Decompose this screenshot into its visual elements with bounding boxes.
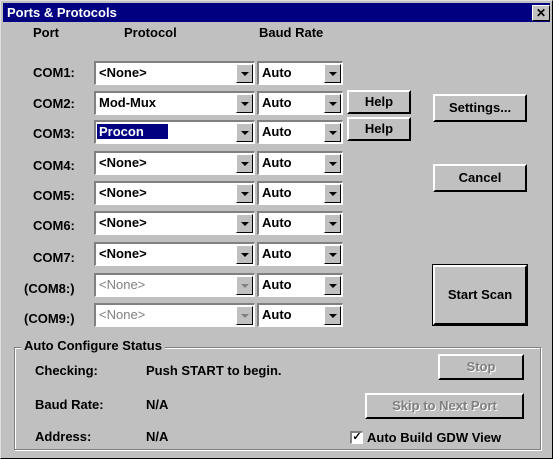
protocol-select-com5[interactable]: <None> xyxy=(94,181,255,205)
port-label-com4: COM4: xyxy=(33,158,75,173)
help-button-com3[interactable]: Help xyxy=(347,117,411,141)
chevron-down-icon[interactable] xyxy=(236,64,253,83)
chevron-down-icon[interactable] xyxy=(324,64,341,83)
cancel-button[interactable]: Cancel xyxy=(433,164,527,192)
auto-build-label[interactable]: Auto Build GDW View xyxy=(367,430,501,445)
port-label-com9: (COM9:) xyxy=(24,311,75,326)
group-title: Auto Configure Status xyxy=(21,338,165,353)
baud-select-com1[interactable]: Auto xyxy=(257,61,343,85)
baud-select-com3[interactable]: Auto xyxy=(257,120,343,144)
protocol-value: <None> xyxy=(99,185,147,200)
chevron-down-icon[interactable] xyxy=(324,214,341,233)
baud-value: Auto xyxy=(262,307,292,322)
port-label-com8: (COM8:) xyxy=(24,281,75,296)
baud-select-com6[interactable]: Auto xyxy=(257,211,343,235)
chevron-down-icon[interactable] xyxy=(236,123,253,142)
baud-value: Auto xyxy=(262,215,292,230)
start-scan-button[interactable]: Start Scan xyxy=(432,264,528,326)
baud-value: Auto xyxy=(262,185,292,200)
window-title: Ports & Protocols xyxy=(7,5,117,20)
baud-value: Auto xyxy=(262,246,292,261)
checking-value: Push START to begin. xyxy=(146,363,282,378)
protocol-select-com1[interactable]: <None> xyxy=(94,61,255,85)
help-button-com2[interactable]: Help xyxy=(347,90,411,114)
chevron-down-icon[interactable] xyxy=(236,184,253,203)
address-label: Address: xyxy=(35,429,92,444)
chevron-down-icon[interactable] xyxy=(324,154,341,173)
ports-protocols-dialog: Ports & Protocols ✕ Port Protocol Baud R… xyxy=(0,0,553,459)
address-value: N/A xyxy=(146,429,169,444)
baud-value: Auto xyxy=(262,124,292,139)
checking-label: Checking: xyxy=(35,363,98,378)
chevron-down-icon[interactable] xyxy=(324,123,341,142)
chevron-down-icon[interactable] xyxy=(324,245,341,264)
baud-select-com9[interactable]: Auto xyxy=(257,303,343,327)
protocol-value: Procon xyxy=(96,123,169,140)
protocol-select-com9: <None> xyxy=(94,303,255,327)
chevron-down-icon[interactable] xyxy=(324,276,341,295)
baud-select-com4[interactable]: Auto xyxy=(257,151,343,175)
baud-value: Auto xyxy=(262,155,292,170)
baud-rate-label: Baud Rate: xyxy=(35,397,104,412)
baud-rate-value: N/A xyxy=(146,397,169,412)
protocol-value: <None> xyxy=(99,215,147,230)
port-label-com6: COM6: xyxy=(33,218,75,233)
port-label-com1: COM1: xyxy=(33,65,75,80)
settings-button[interactable]: Settings... xyxy=(433,94,527,122)
protocol-column-header: Protocol xyxy=(124,25,177,40)
protocol-select-com8: <None> xyxy=(94,273,255,297)
baud-select-com7[interactable]: Auto xyxy=(257,242,343,266)
auto-build-checkbox[interactable]: ✓ xyxy=(350,431,363,444)
chevron-down-icon[interactable] xyxy=(324,184,341,203)
baud-select-com2[interactable]: Auto xyxy=(257,91,343,115)
port-label-com7: COM7: xyxy=(33,250,75,265)
chevron-down-icon[interactable] xyxy=(324,306,341,325)
protocol-select-com6[interactable]: <None> xyxy=(94,211,255,235)
baud-select-com8[interactable]: Auto xyxy=(257,273,343,297)
protocol-value: <None> xyxy=(99,246,147,261)
protocol-select-com7[interactable]: <None> xyxy=(94,242,255,266)
port-label-com3: COM3: xyxy=(33,126,75,141)
protocol-select-com2[interactable]: Mod-Mux xyxy=(94,91,255,115)
port-label-com2: COM2: xyxy=(33,96,75,111)
protocol-value: Mod-Mux xyxy=(99,95,157,110)
baud-value: Auto xyxy=(262,95,292,110)
chevron-down-icon[interactable] xyxy=(236,94,253,113)
chevron-down-icon[interactable] xyxy=(236,245,253,264)
protocol-value: <None> xyxy=(99,155,147,170)
protocol-value: <None> xyxy=(99,277,146,292)
protocol-select-com4[interactable]: <None> xyxy=(94,151,255,175)
port-label-com5: COM5: xyxy=(33,188,75,203)
protocol-value: <None> xyxy=(99,65,147,80)
stop-button[interactable]: Stop xyxy=(438,354,524,380)
chevron-down-icon[interactable] xyxy=(236,214,253,233)
chevron-down-icon[interactable] xyxy=(324,94,341,113)
title-bar[interactable]: Ports & Protocols ✕ xyxy=(3,3,550,22)
skip-to-next-port-button[interactable]: Skip to Next Port xyxy=(365,393,524,419)
baud-value: Auto xyxy=(262,277,292,292)
protocol-value: <None> xyxy=(99,307,146,322)
chevron-down-icon[interactable] xyxy=(236,154,253,173)
close-icon[interactable]: ✕ xyxy=(532,5,550,21)
chevron-down-icon xyxy=(236,276,253,295)
baud-select-com5[interactable]: Auto xyxy=(257,181,343,205)
baud-column-header: Baud Rate xyxy=(259,25,324,40)
port-column-header: Port xyxy=(33,25,59,40)
chevron-down-icon xyxy=(236,306,253,325)
protocol-select-com3[interactable]: Procon xyxy=(94,120,255,144)
baud-value: Auto xyxy=(262,65,292,80)
